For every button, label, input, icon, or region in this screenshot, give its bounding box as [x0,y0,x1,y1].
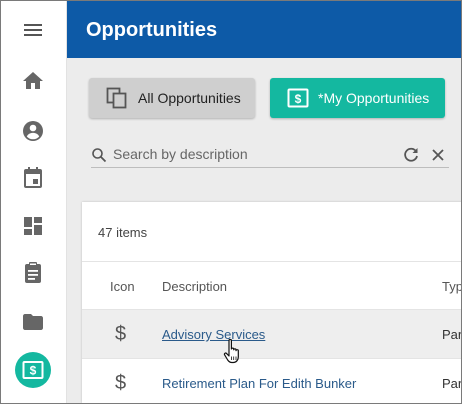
sidebar: $ [1,1,67,403]
menu-icon[interactable] [21,18,45,42]
svg-text:$: $ [295,92,302,106]
row-description-link[interactable]: Retirement Plan For Edith Bunker [162,376,356,391]
money-icon: $ [22,361,44,379]
close-icon[interactable] [429,146,447,164]
top-bar: Opportunities [67,1,461,58]
opportunities-table: 47 items Icon Description Typ $ Advisory… [82,202,462,403]
person-icon[interactable] [21,119,45,143]
column-header-description[interactable]: Description [162,279,227,294]
table-row[interactable]: $ Advisory Services Par [82,309,462,359]
dashboard-icon[interactable] [21,214,45,238]
table-row[interactable]: $ Retirement Plan For Edith Bunker Par [82,358,462,403]
opportunities-nav-button[interactable]: $ [15,352,51,388]
hand-cursor-icon [223,338,239,364]
svg-text:$: $ [30,364,37,378]
clipboard-icon[interactable] [21,261,45,285]
search-underline [91,167,449,168]
table-header: Icon Description Typ [82,261,461,310]
page-title: Opportunities [86,19,218,41]
search-icon [92,148,107,163]
row-type: Par [442,376,462,391]
column-header-icon[interactable]: Icon [110,279,135,294]
search-input[interactable] [113,144,393,164]
money-icon: $ [287,88,309,108]
folder-icon[interactable] [21,310,45,334]
copy-icon [106,87,127,109]
column-header-type[interactable]: Typ [442,279,461,294]
row-description-link[interactable]: Advisory Services [162,327,265,342]
my-opportunities-button[interactable]: $ *My Opportunities [270,78,445,118]
main-content: Opportunities All Opportunities $ *My Op… [67,1,462,403]
home-icon[interactable] [21,69,45,93]
refresh-icon[interactable] [402,146,420,164]
dollar-icon: $ [115,323,127,345]
app-window: $ Opportunities All Opportunities $ *My … [0,0,462,404]
dollar-icon: $ [115,372,127,394]
my-opportunities-label: *My Opportunities [318,90,430,106]
item-count: 47 items [98,225,148,240]
all-opportunities-button[interactable]: All Opportunities [89,78,255,118]
all-opportunities-label: All Opportunities [138,90,241,106]
row-type: Par [442,327,462,342]
calendar-icon[interactable] [21,166,45,190]
